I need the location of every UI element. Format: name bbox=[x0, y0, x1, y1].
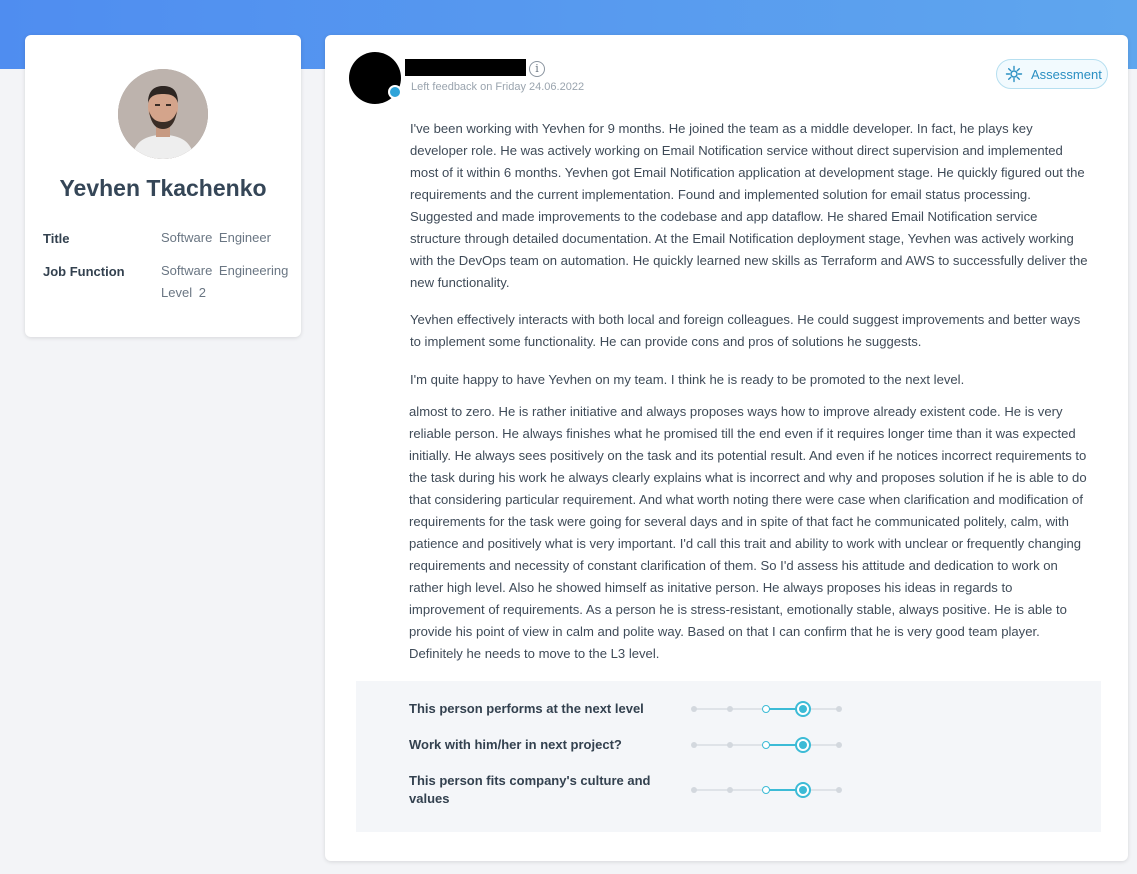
rating-step[interactable] bbox=[727, 706, 733, 712]
rating-label: This person fits company's culture and v… bbox=[409, 773, 651, 806]
feedback-paragraph: Yevhen effectively interacts with both l… bbox=[410, 312, 1081, 349]
profile-name: Yevhen Tkachenko bbox=[59, 175, 267, 201]
job-function-value: Software Engineering Level 2 bbox=[161, 263, 289, 300]
feedback-card: i Left feedback on Friday 24.06.2022 Ass… bbox=[325, 35, 1128, 861]
rating-step[interactable] bbox=[691, 742, 697, 748]
title-value: Software Engineer bbox=[161, 230, 271, 245]
profile-card: Yevhen Tkachenko Title Software Engineer… bbox=[25, 35, 301, 337]
rating-step[interactable] bbox=[762, 741, 770, 749]
feedback-paragraph: I'm quite happy to have Yevhen on my tea… bbox=[410, 372, 965, 387]
assessment-label: Assessment bbox=[1031, 66, 1102, 82]
avatar bbox=[118, 69, 208, 159]
rating-knob[interactable] bbox=[795, 782, 811, 798]
gear-icon bbox=[1005, 65, 1023, 83]
rating-scale[interactable] bbox=[689, 699, 844, 719]
rating-label: Work with him/her in next project? bbox=[409, 737, 622, 752]
rating-step[interactable] bbox=[691, 706, 697, 712]
feedback-date: Left feedback on Friday 24.06.2022 bbox=[411, 81, 585, 93]
assessment-button[interactable]: Assessment bbox=[996, 59, 1108, 89]
rating-step[interactable] bbox=[836, 787, 842, 793]
rating-step[interactable] bbox=[836, 742, 842, 748]
feedback-paragraph: almost to zero. He is rather initiative … bbox=[409, 404, 1087, 661]
rating-knob[interactable] bbox=[795, 737, 811, 753]
ratings-panel: This person performs at the next level W… bbox=[356, 681, 1101, 832]
info-icon[interactable]: i bbox=[529, 61, 545, 77]
feedback-paragraph: I've been working with Yevhen for 9 mont… bbox=[410, 121, 1088, 290]
rating-scale[interactable] bbox=[689, 780, 844, 800]
job-function-label: Job Function bbox=[43, 264, 125, 279]
verified-badge-icon bbox=[388, 85, 402, 99]
rating-step[interactable] bbox=[691, 787, 697, 793]
rating-label: This person performs at the next level bbox=[409, 701, 644, 716]
rating-step[interactable] bbox=[762, 705, 770, 713]
rating-step[interactable] bbox=[727, 787, 733, 793]
rating-step[interactable] bbox=[727, 742, 733, 748]
rating-step[interactable] bbox=[762, 786, 770, 794]
rating-knob[interactable] bbox=[795, 701, 811, 717]
reviewer-name-redacted bbox=[405, 59, 526, 76]
rating-step[interactable] bbox=[836, 706, 842, 712]
title-label: Title bbox=[43, 231, 70, 246]
rating-scale[interactable] bbox=[689, 735, 844, 755]
